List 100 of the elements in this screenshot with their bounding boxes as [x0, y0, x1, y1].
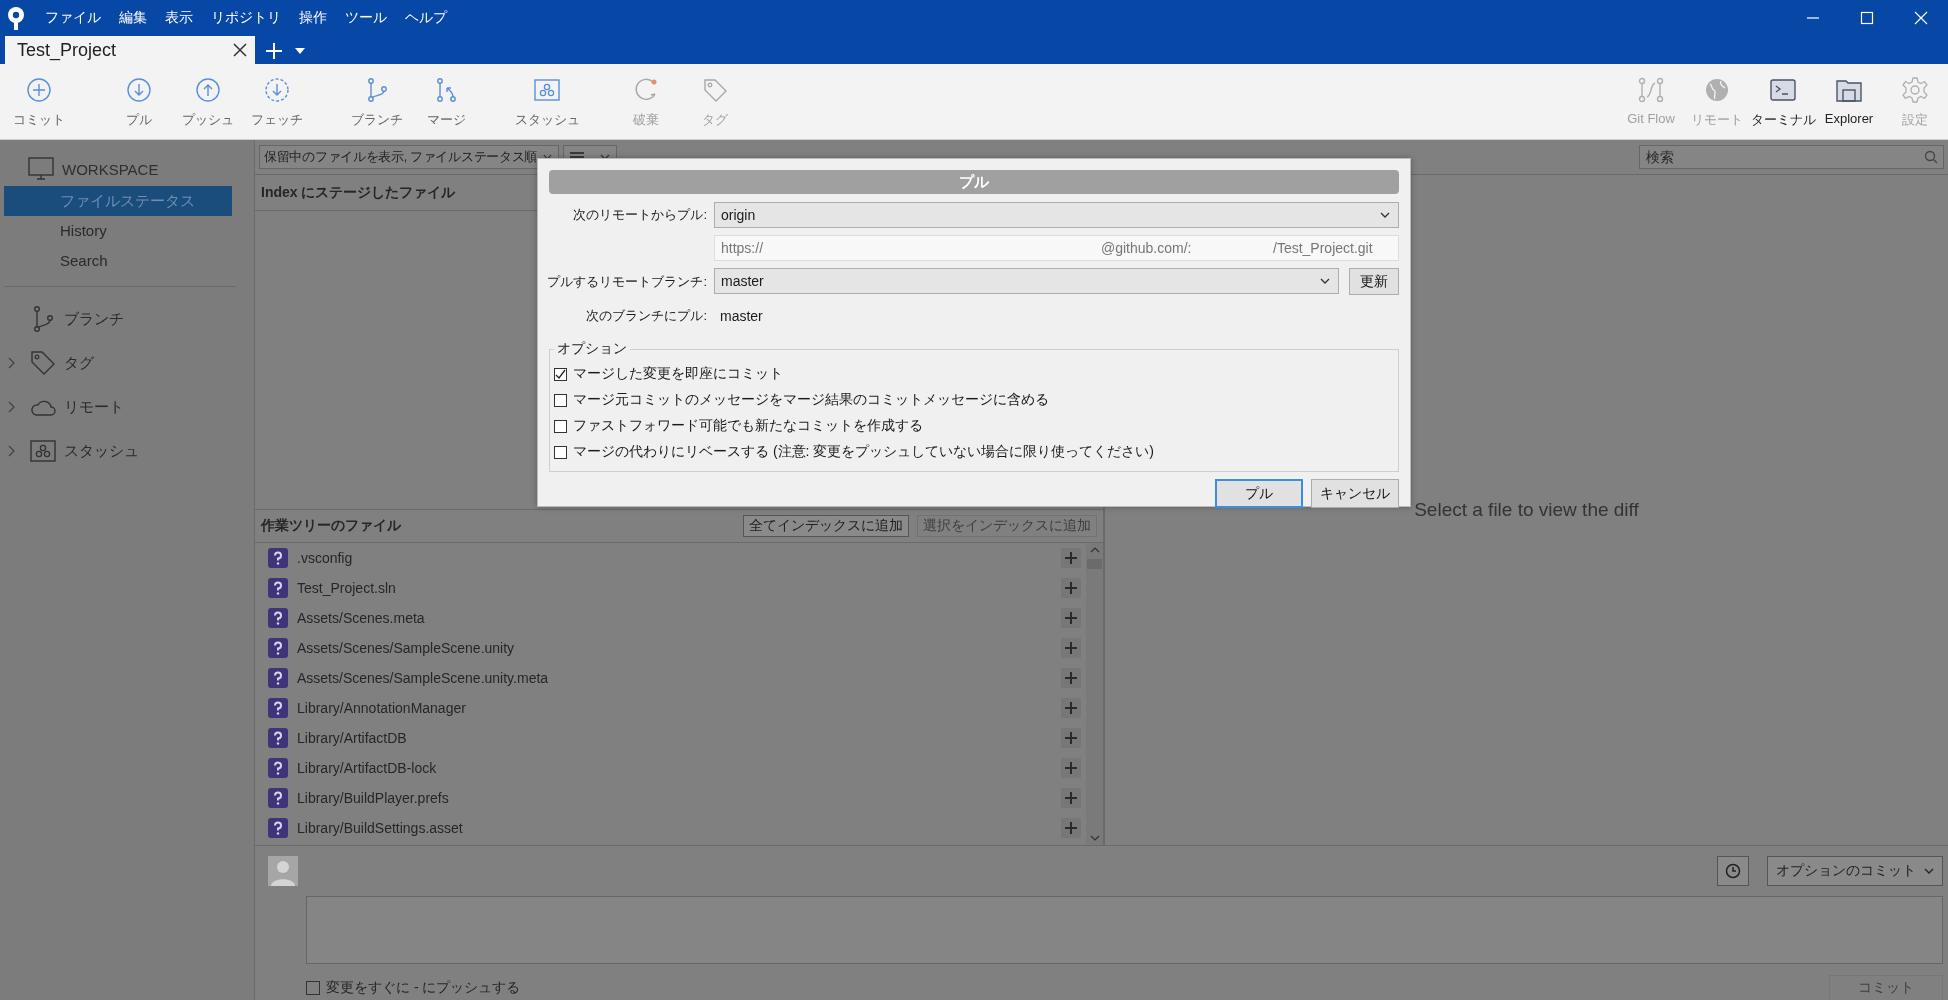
sidebar-item[interactable]: History — [4, 216, 232, 246]
toolbar-button[interactable]: スタッシュ — [517, 64, 577, 139]
caret-icon[interactable] — [295, 48, 305, 54]
url-text: @github.com/: — [1101, 240, 1193, 256]
close-icon[interactable] — [233, 43, 247, 57]
stash-icon — [534, 77, 560, 103]
dialog-button[interactable]: キャンセル — [1311, 479, 1399, 508]
stage-file-button[interactable] — [1061, 668, 1081, 688]
stash-icon — [30, 440, 56, 462]
plus-icon — [1065, 762, 1077, 774]
expand-chevron-icon[interactable] — [8, 357, 16, 369]
url-text: /Test_Project.git — [1273, 240, 1373, 256]
plus-icon — [1065, 702, 1077, 714]
stage-file-button[interactable] — [1061, 548, 1081, 568]
commit-message-field[interactable] — [306, 896, 1943, 964]
file-name[interactable]: Test_Project.sln — [297, 580, 1052, 596]
project-tab[interactable]: Test_Project — [5, 36, 255, 64]
stage-file-button[interactable] — [1061, 638, 1081, 658]
maximize-icon[interactable] — [1860, 11, 1874, 25]
stage-file-button[interactable] — [1061, 788, 1081, 808]
toolbar-button[interactable]: ブランチ — [347, 64, 407, 139]
toolbar-button[interactable]: マージ — [416, 64, 476, 139]
section-heading: WORKSPACE — [62, 160, 159, 178]
file-name[interactable]: Assets/Scenes/SampleScene.unity.meta — [297, 670, 1052, 686]
field-label: プルするリモートブランチ: — [547, 272, 707, 291]
menu-item[interactable]: ヘルプ — [396, 9, 456, 27]
expand-chevron-icon[interactable] — [8, 445, 16, 457]
file-name[interactable]: Library/AnnotationManager — [297, 700, 1052, 716]
unknown-file-icon — [268, 578, 288, 598]
chevron-icon — [1320, 276, 1330, 286]
terminal-icon — [1770, 77, 1796, 103]
sidebar-section[interactable]: リモート — [64, 397, 124, 417]
stage-file-button[interactable] — [1061, 728, 1081, 748]
stage-file-button[interactable] — [1061, 578, 1081, 598]
branch-dropdown[interactable]: master — [714, 268, 1339, 294]
sidebar-section[interactable]: タグ — [64, 353, 94, 373]
stage-file-button[interactable] — [1061, 698, 1081, 718]
commit-options-dropdown[interactable]: オプションのコミット — [1767, 856, 1943, 886]
file-name[interactable]: Library/ArtifactDB — [297, 730, 1052, 746]
field-label: 次のブランチにプル: — [586, 307, 707, 325]
file-name[interactable]: Library/BuildPlayer.prefs — [297, 790, 1052, 806]
refresh-icon — [633, 77, 659, 103]
toolbar-button[interactable]: プッシュ — [178, 64, 238, 139]
option-checkbox[interactable] — [554, 445, 567, 459]
sidebar-section[interactable]: ブランチ — [64, 309, 124, 329]
file-name[interactable]: Library/ArtifactDB-lock — [297, 760, 1052, 776]
stage-file-button[interactable] — [1061, 818, 1081, 838]
file-name[interactable]: Assets/Scenes/SampleScene.unity — [297, 640, 1052, 656]
menu-item[interactable]: リポジトリ — [202, 9, 290, 27]
checkbox-label: 変更をすぐに - にプッシュする — [326, 979, 521, 997]
dialog-title: プル — [549, 170, 1399, 194]
history-button[interactable] — [1717, 856, 1749, 886]
plus-icon — [1065, 732, 1077, 744]
plus-icon — [1065, 642, 1077, 654]
add-to-index-button[interactable]: 全てインデックスに追加 — [743, 515, 909, 537]
scroll-down-icon[interactable] — [1089, 835, 1100, 841]
unknown-file-icon — [268, 548, 288, 568]
expand-chevron-icon[interactable] — [8, 401, 16, 413]
menu-item[interactable]: 表示 — [156, 9, 202, 27]
menu-item[interactable]: 編集 — [110, 9, 156, 27]
scroll-up-icon[interactable] — [1089, 547, 1100, 553]
toolbar-button[interactable]: Explorer — [1816, 64, 1882, 139]
unknown-file-icon — [268, 788, 288, 808]
panel-heading: 作業ツリーのファイル — [261, 517, 401, 535]
sidebar-item[interactable]: Search — [4, 246, 232, 276]
folder-icon — [1836, 77, 1862, 103]
search-icon — [1924, 150, 1938, 164]
remote-dropdown[interactable]: origin — [714, 202, 1399, 228]
search-field[interactable]: 検索 — [1639, 145, 1944, 169]
unknown-file-icon — [268, 728, 288, 748]
option-checkbox[interactable] — [554, 393, 567, 407]
url-text: https:// — [721, 240, 765, 256]
file-name[interactable]: Library/BuildSettings.asset — [297, 820, 1052, 836]
toolbar-button[interactable]: プル — [109, 64, 169, 139]
menu-item[interactable]: ファイル — [36, 9, 110, 27]
clock-icon — [1725, 863, 1741, 879]
toolbar-button[interactable]: コミット — [9, 64, 69, 139]
menu-item[interactable]: 操作 — [290, 9, 336, 27]
option-checkbox[interactable] — [554, 419, 567, 433]
file-name[interactable]: .vsconfig — [297, 550, 1052, 566]
plus-icon — [1065, 792, 1077, 804]
new-tab-icon[interactable] — [265, 42, 283, 60]
refresh-button[interactable]: 更新 — [1349, 268, 1399, 295]
filter-dropdown[interactable]: 保留中のファイルを表示, ファイルステータス順 — [259, 145, 559, 169]
scrollbar[interactable] — [1086, 543, 1103, 845]
menu-item[interactable]: ツール — [336, 9, 396, 27]
sidebar-item[interactable]: ファイルステータス — [4, 186, 232, 216]
unknown-file-icon — [268, 608, 288, 628]
push-checkbox[interactable] — [306, 981, 320, 995]
toolbar-button[interactable]: フェッチ — [247, 64, 307, 139]
stage-file-button[interactable] — [1061, 758, 1081, 778]
git-flow-icon — [1638, 77, 1664, 103]
option-checkbox[interactable] — [554, 367, 567, 381]
stage-file-button[interactable] — [1061, 608, 1081, 628]
toolbar-button[interactable]: ターミナル — [1750, 64, 1816, 139]
globe-icon — [1704, 77, 1730, 103]
field-label: 次のリモートからプル: — [573, 206, 707, 224]
sidebar-section[interactable]: スタッシュ — [64, 441, 139, 461]
dialog-button[interactable]: プル — [1215, 479, 1303, 508]
file-name[interactable]: Assets/Scenes.meta — [297, 610, 1052, 626]
